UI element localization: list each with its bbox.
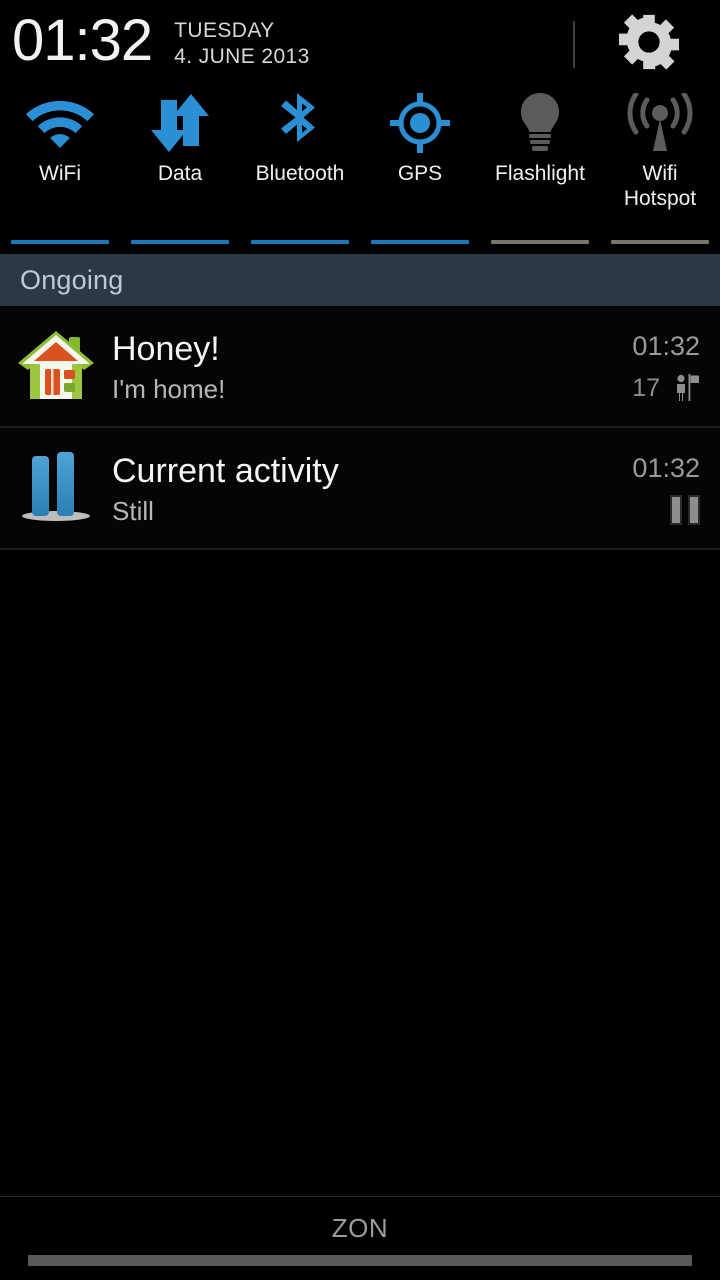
drag-handle[interactable] [28, 1255, 692, 1266]
weekday-label: TUESDAY [174, 18, 275, 42]
notification-text: I'm home! [112, 373, 226, 404]
toggle-wifi-hotspot[interactable]: Wifi Hotspot [600, 85, 720, 252]
toggle-underline-flashlight [491, 240, 589, 244]
section-header-label: Ongoing [20, 264, 124, 295]
toggle-data[interactable]: Data [120, 85, 240, 252]
gear-icon [618, 14, 680, 70]
toggle-underline-data [131, 240, 229, 244]
data-arrows-icon [151, 94, 209, 152]
notification-body: Honey! I'm home! [112, 327, 570, 406]
blue-bars-icon [22, 452, 90, 521]
toggle-label-wifi: WiFi [39, 162, 81, 185]
notification-icon-wrap [0, 306, 112, 426]
toggle-underline-gps [371, 240, 469, 244]
notification-sub-meta: 17 [632, 374, 700, 402]
shade-bottom-bar: ZON [0, 1196, 720, 1280]
settings-button[interactable] [612, 11, 686, 73]
carrier-label: ZON [331, 1213, 389, 1243]
notification-time: 01:32 [632, 453, 700, 483]
quick-toggles-row: WiFi Data Bluetooth GPS Flashlight Wifi … [0, 85, 720, 252]
toggle-wifi[interactable]: WiFi [0, 85, 120, 252]
house-icon [18, 331, 94, 399]
notification-honey[interactable]: Honey! I'm home! 01:32 17 [0, 306, 720, 428]
toggle-gps[interactable]: GPS [360, 85, 480, 252]
broadcast-tower-icon [627, 93, 693, 151]
toggle-flashlight[interactable]: Flashlight [480, 85, 600, 252]
empty-shade-area [0, 550, 720, 1165]
notification-body: Current activity Still [112, 449, 570, 528]
clock: 01:32 [12, 7, 153, 73]
date-label: 4. JUNE 2013 [174, 44, 310, 68]
gps-crosshair-icon [390, 93, 450, 153]
pause-bar-left [670, 495, 682, 525]
data-icon-wrap [147, 91, 213, 155]
notification-meta: 01:32 [570, 428, 720, 548]
notification-time: 01:32 [632, 331, 700, 361]
toggle-label-bluetooth: Bluetooth [255, 162, 345, 185]
pause-icon [670, 495, 700, 525]
notification-title: Current activity [112, 451, 339, 490]
notification-sub-meta [656, 495, 700, 525]
status-bar: 01:32 TUESDAY 4. JUNE 2013 [0, 0, 720, 85]
date-block: TUESDAY 4. JUNE 2013 [174, 18, 310, 70]
notification-meta: 01:32 17 [570, 306, 720, 426]
toggle-label-data: Data [157, 162, 203, 185]
lightbulb-icon [521, 93, 559, 151]
person-with-flag-icon [677, 374, 699, 401]
section-header-ongoing: Ongoing [0, 252, 720, 306]
pause-bar-right [688, 495, 700, 525]
toggle-underline-bluetooth [251, 240, 349, 244]
notification-count: 17 [632, 374, 660, 402]
toggle-label-gps: GPS [397, 162, 443, 185]
flashlight-icon-wrap [515, 91, 565, 155]
bluetooth-icon [281, 93, 315, 142]
bluetooth-icon-wrap [277, 91, 323, 155]
status-divider [573, 21, 575, 68]
notification-text: Still [112, 495, 154, 526]
wifi-icon [26, 101, 94, 148]
toggle-label-wifi-hotspot: Wifi Hotspot [623, 162, 697, 210]
wifi-icon-wrap [23, 91, 97, 155]
notification-current-activity[interactable]: Current activity Still 01:32 [0, 428, 720, 550]
notification-title: Honey! [112, 329, 220, 368]
toggle-label-flashlight: Flashlight [495, 162, 585, 185]
notification-icon-wrap [0, 428, 112, 548]
notification-list: Honey! I'm home! 01:32 17 Current activi… [0, 306, 720, 550]
toggle-bluetooth[interactable]: Bluetooth [240, 85, 360, 252]
toggle-underline-wifi [11, 240, 109, 244]
toggle-underline-wifi-hotspot [611, 240, 709, 244]
gps-icon-wrap [389, 91, 451, 155]
hotspot-icon-wrap [627, 91, 693, 155]
